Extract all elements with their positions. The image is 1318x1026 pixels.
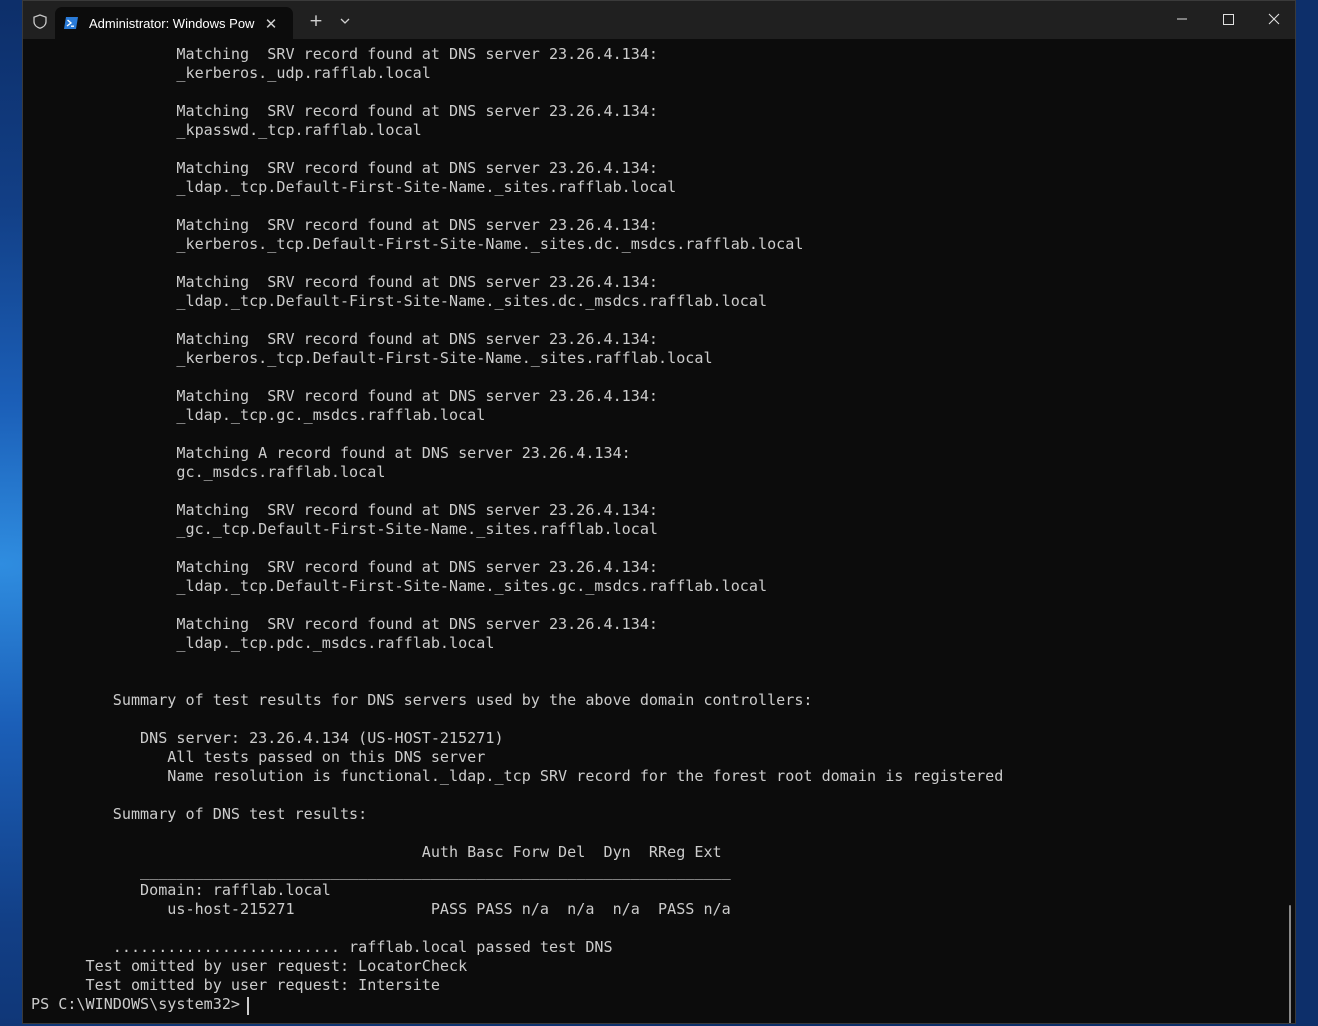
console-line: Matching SRV record found at DNS server … [31, 45, 659, 63]
console-line: us-host-215271 PASS PASS n/a n/a n/a PAS… [31, 900, 731, 918]
console-line: Matching SRV record found at DNS server … [31, 387, 659, 405]
console-line: Matching SRV record found at DNS server … [31, 159, 659, 177]
console-line: _kpasswd._tcp.rafflab.local [31, 121, 422, 139]
minimize-button[interactable] [1159, 5, 1205, 33]
console-line: Summary of DNS test results: [31, 805, 368, 823]
close-window-button[interactable] [1251, 5, 1297, 33]
chevron-down-icon[interactable] [335, 10, 355, 32]
console-line: Matching SRV record found at DNS server … [31, 330, 659, 348]
console-line: gc._msdcs.rafflab.local [31, 463, 386, 481]
powershell-icon [64, 17, 78, 29]
console-line: Matching SRV record found at DNS server … [31, 102, 659, 120]
console-line: Matching A record found at DNS server 23… [31, 444, 631, 462]
console-line: DNS server: 23.26.4.134 (US-HOST-215271) [31, 729, 504, 747]
maximize-button[interactable] [1205, 5, 1251, 33]
console-line: _ldap._tcp.gc._msdcs.rafflab.local [31, 406, 486, 424]
console-line: Test omitted by user request: LocatorChe… [31, 957, 468, 975]
console-line: _ldap._tcp.Default-First-Site-Name._site… [31, 178, 677, 196]
console-line: _kerberos._tcp.Default-First-Site-Name._… [31, 235, 804, 253]
console-line: _kerberos._tcp.Default-First-Site-Name._… [31, 349, 713, 367]
console-line: _kerberos._udp.rafflab.local [31, 64, 431, 82]
tab-close-button[interactable]: ✕ [261, 14, 281, 34]
terminal-window: Administrator: Windows PowerShell ✕ + Ma… [22, 0, 1296, 1024]
console-output[interactable]: Matching SRV record found at DNS server … [23, 39, 1295, 1023]
console-line: _ldap._tcp.pdc._msdcs.rafflab.local [31, 634, 495, 652]
console-line: Test omitted by user request: Intersite [31, 976, 440, 994]
console-line: Matching SRV record found at DNS server … [31, 615, 659, 633]
scrollbar-thumb[interactable] [1289, 905, 1291, 1023]
console-line: _ldap._tcp.Default-First-Site-Name._site… [31, 292, 768, 310]
console-line: ________________________________________… [31, 862, 731, 880]
console-line: _ldap._tcp.Default-First-Site-Name._site… [31, 577, 768, 595]
console-line: _gc._tcp.Default-First-Site-Name._sites.… [31, 520, 659, 538]
prompt-line: PS C:\WINDOWS\system32> [31, 995, 250, 1013]
text-cursor [247, 997, 249, 1015]
tab-title: Administrator: Windows PowerShell [89, 16, 255, 31]
console-line: Summary of test results for DNS servers … [31, 691, 813, 709]
tab-powershell[interactable]: Administrator: Windows PowerShell ✕ [55, 7, 293, 39]
console-line: ......................... rafflab.local … [31, 938, 613, 956]
shield-icon [33, 14, 47, 29]
title-bar: Administrator: Windows PowerShell ✕ + [23, 1, 1295, 39]
console-line: Auth Basc Forw Del Dyn RReg Ext [31, 843, 722, 861]
console-line: All tests passed on this DNS server [31, 748, 486, 766]
console-line: Matching SRV record found at DNS server … [31, 558, 659, 576]
console-line: Matching SRV record found at DNS server … [31, 273, 659, 291]
console-line: Matching SRV record found at DNS server … [31, 216, 659, 234]
console-line: Domain: rafflab.local [31, 881, 331, 899]
new-tab-button[interactable]: + [305, 10, 327, 32]
console-line: Matching SRV record found at DNS server … [31, 501, 659, 519]
console-line: Name resolution is functional._ldap._tcp… [31, 767, 1004, 785]
